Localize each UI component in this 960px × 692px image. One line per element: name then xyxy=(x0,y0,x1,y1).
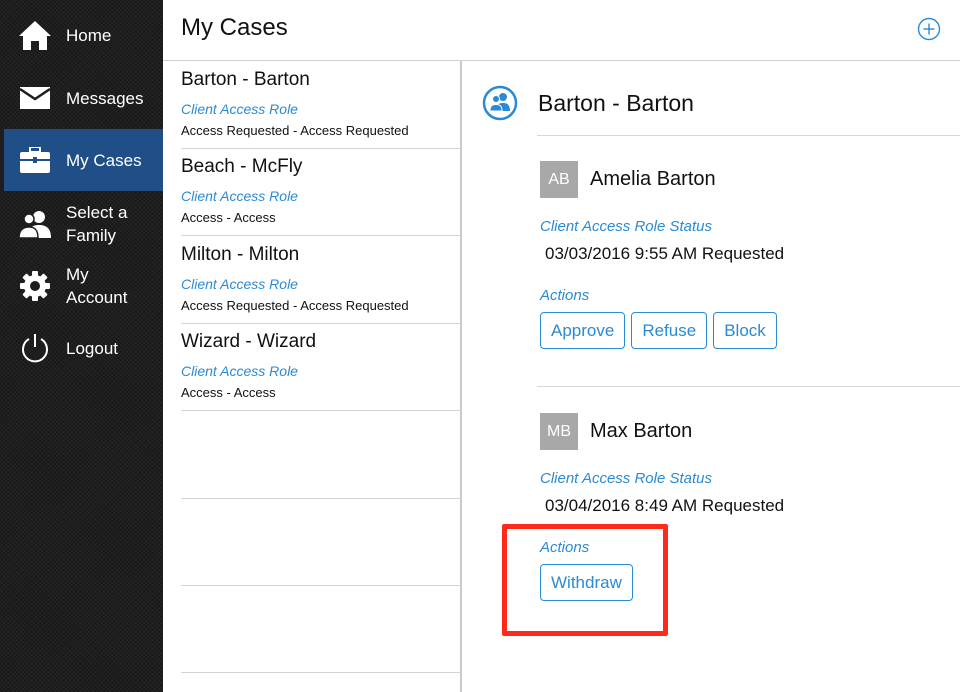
case-status: Access - Access xyxy=(181,385,276,400)
status-value: 03/04/2016 8:49 AM Requested xyxy=(545,496,785,515)
case-name: Milton - Milton xyxy=(181,244,300,265)
actions-row: Approve Refuse Block xyxy=(540,312,777,349)
block-button[interactable]: Block xyxy=(713,312,777,349)
status-label: Client Access Role Status xyxy=(540,470,713,487)
case-role-label: Client Access Role xyxy=(181,188,298,204)
case-status: Access Requested - Access Requested xyxy=(181,123,409,138)
sidebar-item-my-account[interactable]: My Account xyxy=(4,258,163,314)
avatar: AB xyxy=(540,161,578,198)
case-role-label: Client Access Role xyxy=(181,276,298,292)
sidebar-item-messages[interactable]: Messages xyxy=(4,72,163,124)
sidebar-item-label: My Cases xyxy=(66,150,142,170)
sidebar-item-home[interactable]: Home xyxy=(4,10,163,60)
sidebar-item-logout[interactable]: Logout xyxy=(4,322,163,374)
home-icon xyxy=(18,18,52,52)
family-circle-icon xyxy=(482,85,518,121)
divider xyxy=(537,135,960,136)
list-divider xyxy=(181,585,462,586)
status-value: 03/03/2016 9:55 AM Requested xyxy=(545,244,785,263)
withdraw-button[interactable]: Withdraw xyxy=(540,564,633,601)
people-icon xyxy=(18,207,52,241)
case-name: Barton - Barton xyxy=(181,69,310,90)
case-list-item[interactable]: Wizard - Wizard Client Access Role Acces… xyxy=(181,323,462,411)
sidebar-item-select-family[interactable]: Select a Family xyxy=(4,196,163,252)
refuse-button[interactable]: Refuse xyxy=(631,312,708,349)
case-list: Barton - Barton Client Access Role Acces… xyxy=(163,61,462,692)
case-list-item[interactable]: Beach - McFly Client Access Role Access … xyxy=(181,148,462,236)
sidebar-item-label: Logout xyxy=(66,338,118,358)
member-name: Amelia Barton xyxy=(590,168,716,190)
page-title: My Cases xyxy=(181,14,288,41)
actions-row: Withdraw xyxy=(540,564,633,601)
case-status: Access Requested - Access Requested xyxy=(181,298,409,313)
plus-circle-icon xyxy=(917,17,941,41)
status-label: Client Access Role Status xyxy=(540,218,713,235)
sidebar: Home Messages My Cases Select a Family M… xyxy=(0,0,163,692)
case-detail-title: Barton - Barton xyxy=(538,90,694,116)
actions-label: Actions xyxy=(540,287,590,304)
case-list-item[interactable]: Milton - Milton Client Access Role Acces… xyxy=(181,236,462,324)
top-bar: My Cases xyxy=(163,0,960,61)
actions-label: Actions xyxy=(540,539,590,556)
case-role-label: Client Access Role xyxy=(181,101,298,117)
power-icon xyxy=(18,331,52,365)
gear-icon xyxy=(18,269,52,303)
sidebar-item-label: Select a Family xyxy=(66,203,128,245)
case-name: Wizard - Wizard xyxy=(181,331,317,352)
case-list-item[interactable]: Barton - Barton Client Access Role Acces… xyxy=(181,61,462,149)
case-status: Access - Access xyxy=(181,210,276,225)
sidebar-item-label: Home xyxy=(66,25,112,45)
sidebar-item-my-cases[interactable]: My Cases xyxy=(4,129,163,191)
briefcase-icon xyxy=(18,143,52,177)
envelope-icon xyxy=(18,81,52,115)
case-role-label: Client Access Role xyxy=(181,363,298,379)
add-case-button[interactable] xyxy=(917,17,941,41)
avatar: MB xyxy=(540,413,578,450)
divider xyxy=(537,386,960,387)
sidebar-item-label: My Account xyxy=(66,265,128,307)
approve-button[interactable]: Approve xyxy=(540,312,626,349)
case-name: Beach - McFly xyxy=(181,156,303,177)
member-name: Max Barton xyxy=(590,420,693,442)
case-detail: Barton - Barton AB Amelia Barton Client … xyxy=(464,61,960,692)
list-divider xyxy=(181,498,462,499)
list-divider xyxy=(181,672,462,673)
sidebar-item-label: Messages xyxy=(66,88,144,108)
